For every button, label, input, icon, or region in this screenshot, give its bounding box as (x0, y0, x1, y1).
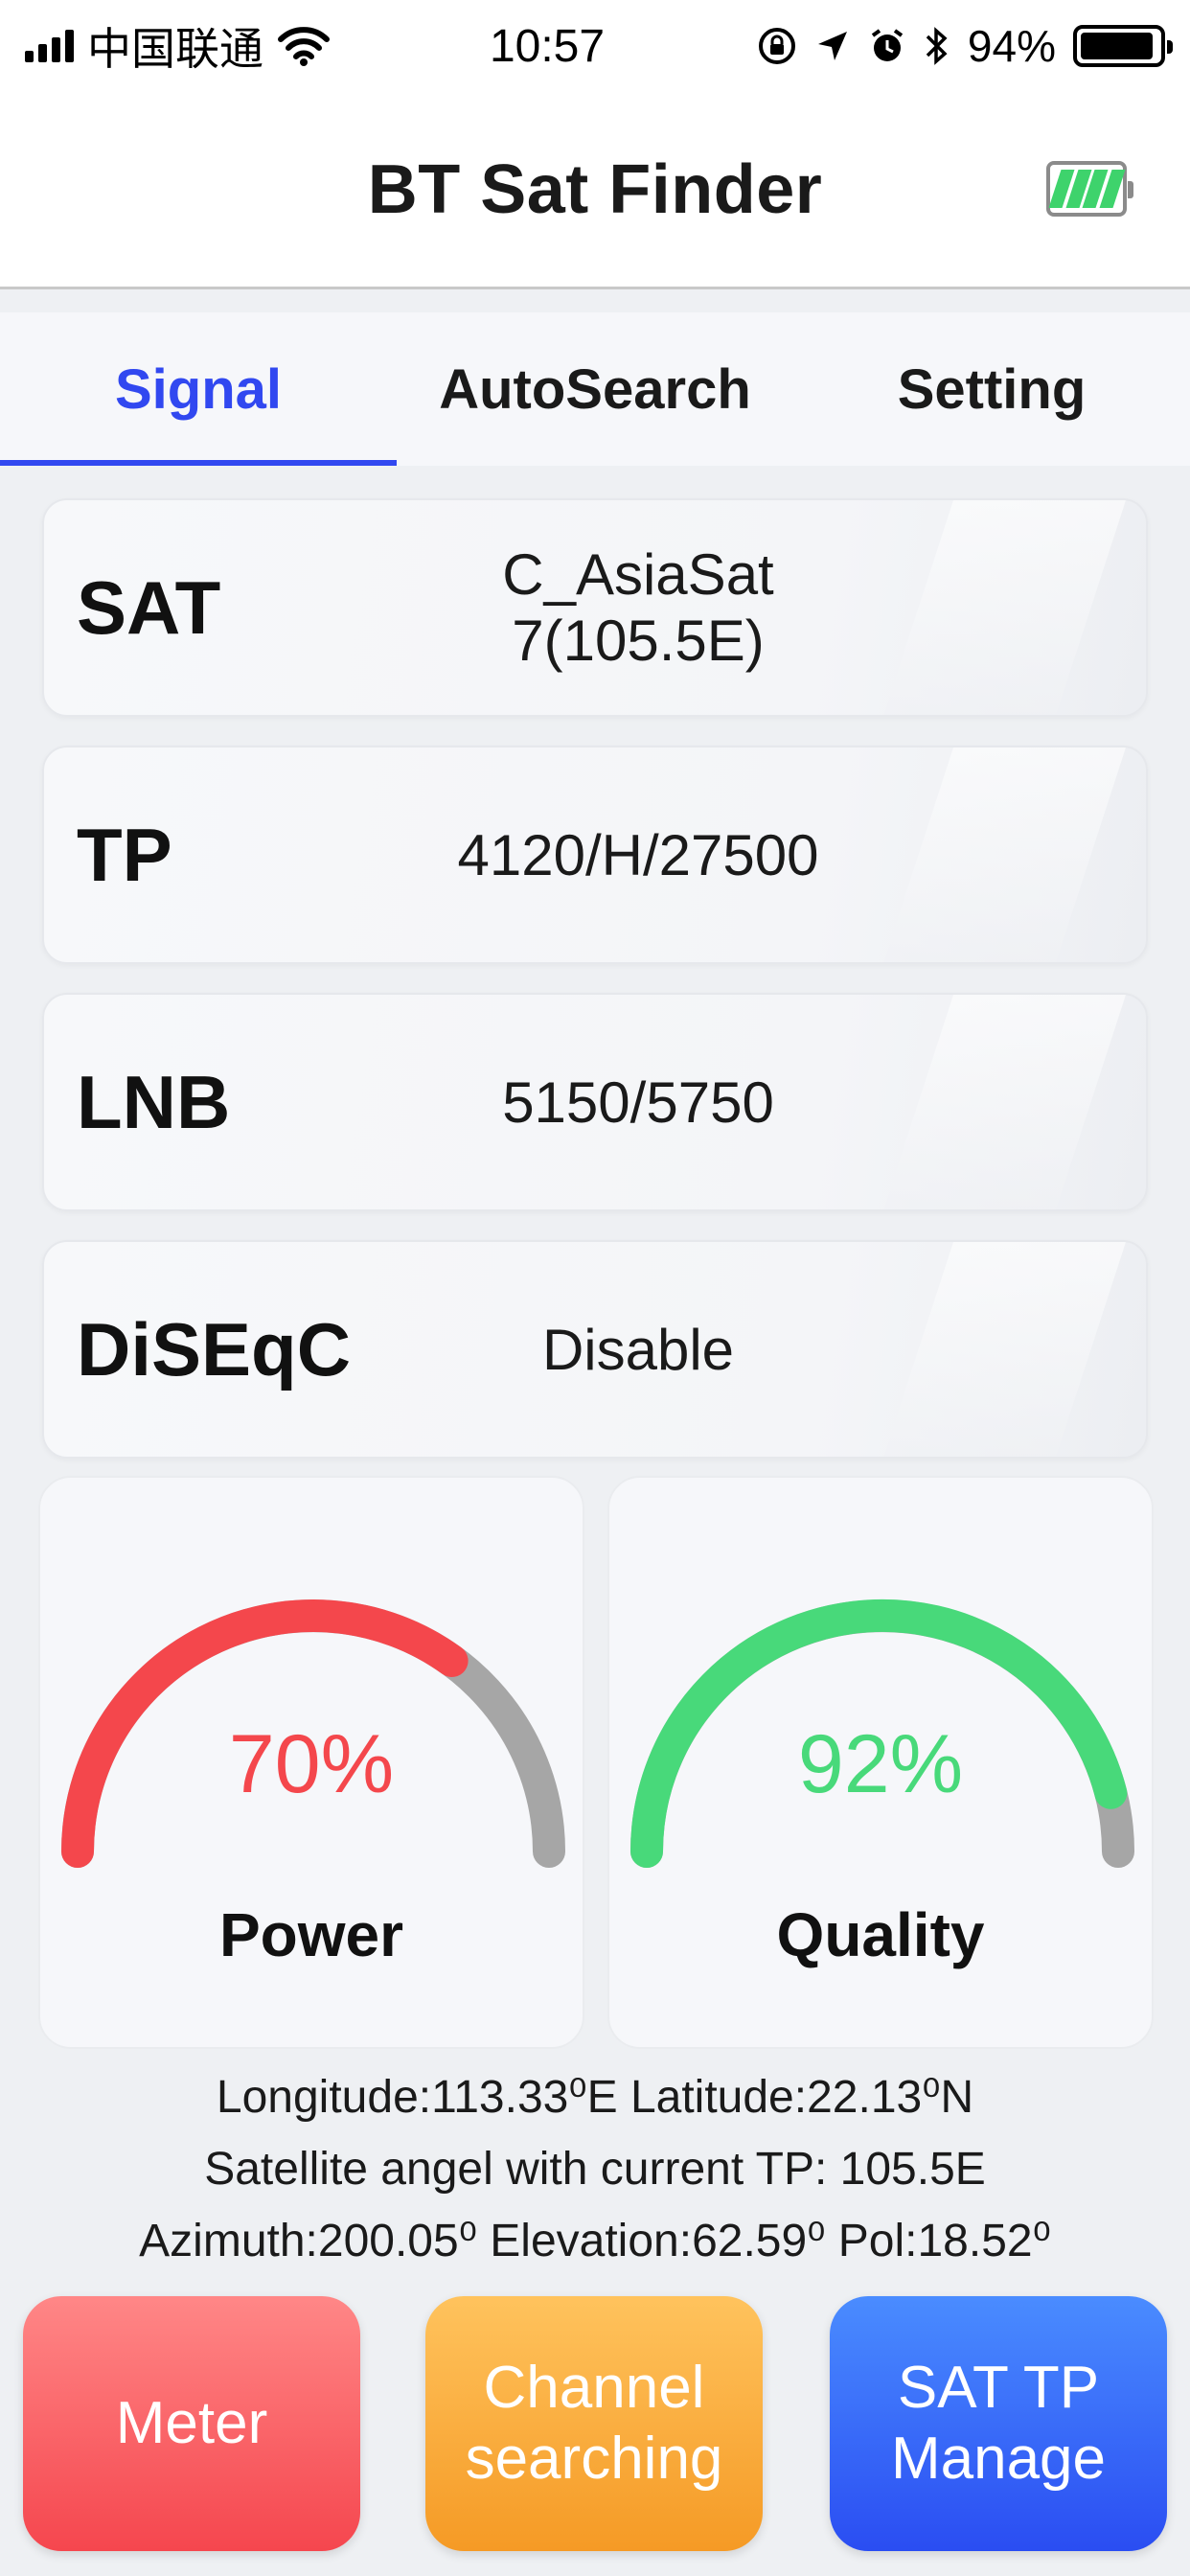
power-gauge-card: 70% Power (38, 1476, 584, 2049)
sat-value: C_AsiaSat 7(105.5E) (502, 542, 774, 673)
meter-button[interactable]: Meter (23, 2296, 360, 2551)
tab-signal[interactable]: Signal (0, 312, 397, 466)
tab-bar: Signal AutoSearch Setting (0, 312, 1190, 466)
pointing-text: Azimuth:200.05⁰ Elevation:62.59⁰ Pol:18.… (139, 2216, 1051, 2266)
sat-row[interactable]: SAT C_AsiaSat 7(105.5E) (42, 498, 1148, 717)
sat-label: SAT (77, 564, 221, 650)
channel-button-line2: searching (465, 2426, 723, 2492)
wifi-icon (278, 27, 330, 66)
carrier-name: 中国联通 (87, 24, 263, 74)
meter-button-label: Meter (115, 2389, 268, 2456)
tp-label: TP (77, 812, 172, 897)
battery-percent: 94% (967, 21, 1056, 71)
app-root: 中国联通 10:57 94% BT Sat Finder Signal Auto… (0, 0, 1190, 2576)
page-title: BT Sat Finder (367, 150, 823, 228)
lnb-label: LNB (77, 1059, 231, 1144)
coordinates-text: Longitude:113.33⁰E Latitude:22.13⁰N (216, 2072, 974, 2123)
tab-setting[interactable]: Setting (793, 312, 1190, 466)
quality-gauge-card: 92% Quality (607, 1476, 1154, 2049)
diseqc-label: DiSEqC (77, 1306, 352, 1392)
power-label: Power (218, 1900, 404, 1969)
status-right: 94% (667, 20, 1173, 72)
satellite-angle-text: Satellite angel with current TP: 105.5E (204, 2144, 986, 2195)
status-left: 中国联通 (25, 14, 427, 78)
diseqc-row[interactable]: DiSEqC Disable (42, 1240, 1148, 1459)
power-percent: 70% (228, 1718, 395, 1810)
lnb-value: 5150/5750 (502, 1070, 774, 1135)
channel-searching-button[interactable]: Channel searching (425, 2296, 763, 2551)
quality-percent: 92% (797, 1718, 964, 1810)
tp-row[interactable]: TP 4120/H/27500 (42, 746, 1148, 964)
rotation-lock-icon (758, 28, 795, 64)
location-arrow-icon (817, 32, 847, 60)
tp-value: 4120/H/27500 (457, 822, 819, 887)
diseqc-value: Disable (541, 1317, 735, 1382)
nav-bar: BT Sat Finder (0, 92, 1190, 289)
quality-gauge (630, 1598, 1134, 1868)
power-gauge (61, 1599, 565, 1868)
cellular-signal-icon (25, 30, 74, 62)
sattp-button-line1: SAT TP (897, 2354, 1100, 2421)
channel-button-line1: Channel (483, 2354, 705, 2421)
sattp-button-line2: Manage (890, 2426, 1107, 2492)
device-battery-icon[interactable] (1046, 161, 1133, 217)
lnb-row[interactable]: LNB 5150/5750 (42, 993, 1148, 1211)
status-time: 10:57 (489, 20, 606, 72)
tab-autosearch[interactable]: AutoSearch (397, 312, 793, 466)
sat-tp-manage-button[interactable]: SAT TP Manage (830, 2296, 1167, 2551)
quality-label: Quality (776, 1900, 985, 1969)
alarm-icon (871, 29, 904, 61)
status-bar: 中国联通 10:57 94% (0, 0, 1190, 92)
battery-icon (1073, 25, 1173, 67)
bluetooth-icon (926, 27, 948, 65)
